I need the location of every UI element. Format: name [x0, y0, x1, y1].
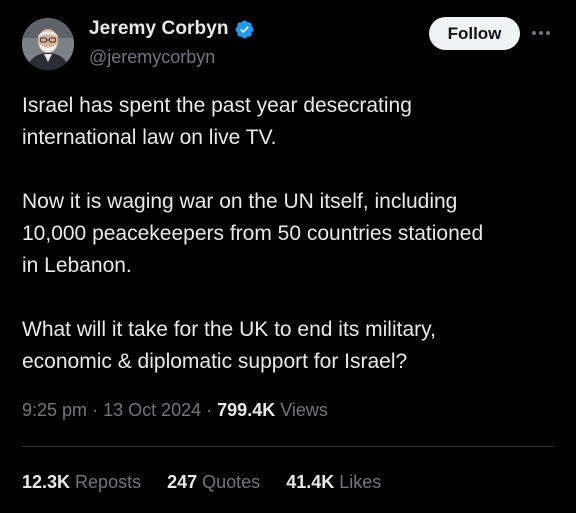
follow-button[interactable]: Follow: [429, 17, 520, 50]
likes-label: Likes: [339, 472, 382, 492]
author-name-row: Jeremy Corbyn: [89, 18, 255, 40]
tweet-date[interactable]: 13 Oct 2024: [103, 400, 201, 420]
avatar[interactable]: [22, 18, 74, 70]
divider: [22, 446, 555, 447]
quotes-count: 247: [167, 472, 198, 492]
tweet-paragraph: Now it is waging war on the UN itself, i…: [22, 190, 484, 277]
likes-count: 41.4K: [286, 472, 335, 492]
tweet-paragraph: Israel has spent the past year desecrati…: [22, 94, 412, 149]
more-options-icon[interactable]: [528, 22, 554, 44]
reposts-label: Reposts: [75, 472, 142, 492]
tweet-text: Israel has spent the past year desecrati…: [22, 90, 562, 410]
tweet-meta: 9:25 pm · 13 Oct 2024 · 799.4K Views: [22, 400, 328, 421]
engagement-stats: 12.3K Reposts 247 Quotes 41.4K Likes: [22, 472, 381, 493]
quotes-stat[interactable]: 247 Quotes: [167, 472, 260, 493]
quotes-label: Quotes: [202, 472, 261, 492]
profile-photo-icon: [22, 18, 74, 70]
views-label: Views: [280, 400, 328, 420]
reposts-stat[interactable]: 12.3K Reposts: [22, 472, 141, 493]
separator-dot: ·: [92, 400, 104, 420]
reposts-count: 12.3K: [22, 472, 71, 492]
verified-badge-icon: [234, 19, 255, 40]
tweet-time[interactable]: 9:25 pm: [22, 400, 87, 420]
separator-dot: ·: [206, 400, 218, 420]
tweet-paragraph: What will it take for the UK to end its …: [22, 318, 436, 373]
tweet-card: Jeremy Corbyn @jeremycorbyn Follow Israe…: [0, 0, 576, 513]
author-display-name[interactable]: Jeremy Corbyn: [89, 18, 229, 40]
author-handle[interactable]: @jeremycorbyn: [89, 47, 215, 68]
likes-stat[interactable]: 41.4K Likes: [286, 472, 381, 493]
views-count: 799.4K: [217, 400, 276, 420]
